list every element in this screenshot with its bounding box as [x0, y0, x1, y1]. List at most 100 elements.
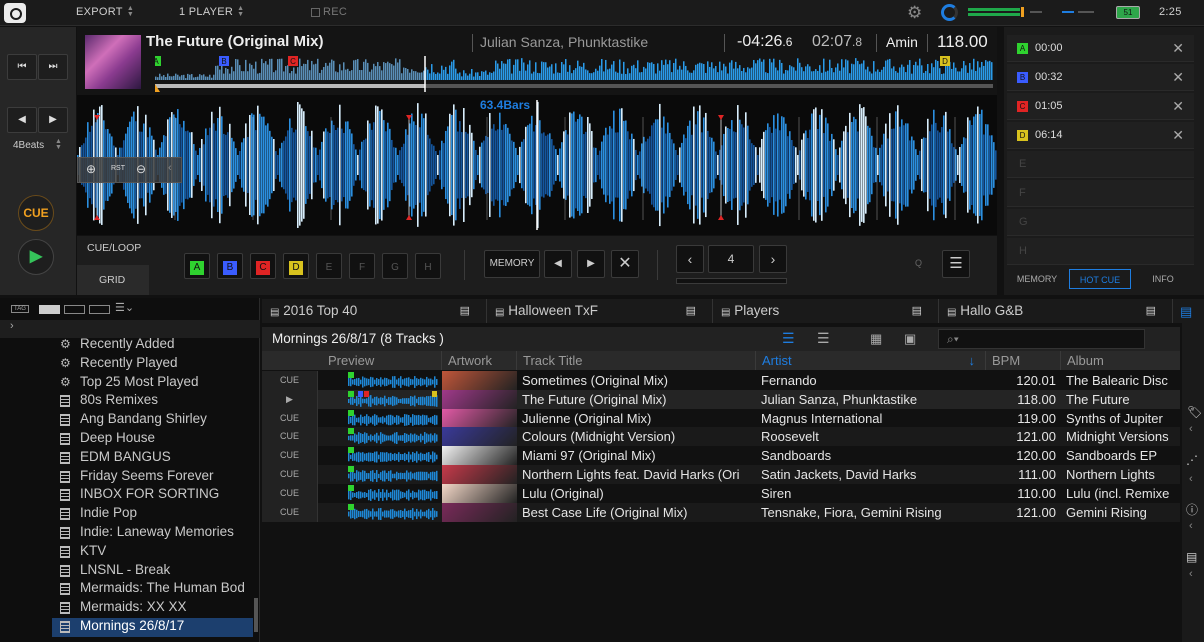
hot-cue-row-a[interactable]: A 00:00 ✕	[1007, 35, 1194, 62]
tree-item[interactable]: KTV	[60, 543, 255, 562]
collapse-icon[interactable]: ‹	[168, 162, 172, 174]
hot-cue-row-g[interactable]: G	[1007, 209, 1194, 236]
quantize-button[interactable]: Q	[915, 258, 922, 268]
delete-memory-button[interactable]: ✕	[611, 250, 639, 278]
tab-list-icon[interactable]: ▤	[1146, 299, 1156, 323]
row-cue-button[interactable]: CUE	[262, 408, 318, 428]
tab-cue-loop[interactable]: CUE/LOOP	[77, 236, 149, 265]
tag-icon[interactable]: 🏷	[1187, 405, 1202, 419]
column-bpm[interactable]: BPM	[986, 351, 1061, 370]
hotcue-button-c[interactable]: C	[250, 253, 276, 279]
tab-list-icon[interactable]: ▤	[686, 299, 696, 323]
row-cue-button[interactable]: CUE	[262, 446, 318, 466]
tree-item[interactable]: Indie Pop	[60, 505, 255, 524]
preview-waveform[interactable]	[348, 484, 438, 502]
tree-item[interactable]: Mornings 26/8/17	[52, 618, 253, 637]
menu-icon[interactable]: ☰	[942, 250, 970, 278]
tree-item[interactable]: INBOX FOR SORTING	[60, 486, 255, 505]
panel-tab-hot-cue[interactable]: HOT CUE	[1069, 269, 1131, 289]
tree-item[interactable]: Deep House	[60, 430, 255, 449]
tree-item[interactable]: Friday Seems Forever	[60, 468, 255, 487]
grid-view-icon[interactable]: ▦	[870, 331, 882, 347]
browser-layout-icon[interactable]: ▤	[1180, 304, 1192, 320]
previous-track-button[interactable]: ⏮	[7, 54, 37, 80]
search-input[interactable]: ⌕▾	[938, 329, 1145, 349]
mode-select[interactable]: EXPORT ▲ ▼	[76, 5, 135, 18]
column-artwork[interactable]: Artwork	[442, 351, 517, 370]
column-preview[interactable]: Preview	[318, 351, 442, 370]
overview-waveform[interactable]: A B C D	[155, 56, 993, 92]
hot-cue-row-f[interactable]: F	[1007, 180, 1194, 207]
playlist-tab-4[interactable]: ▤ Hallo G&B ▤	[939, 299, 1173, 323]
loop-halve-button[interactable]: ‹	[676, 245, 704, 273]
chevron-left-icon[interactable]: ‹	[1189, 568, 1193, 580]
hotcue-button-e[interactable]: E	[316, 253, 342, 279]
row-cue-button[interactable]: CUE	[262, 465, 318, 484]
tree-item[interactable]: 80s Remixes	[60, 392, 255, 411]
tab-list-icon[interactable]: ▤	[912, 299, 922, 323]
tab-list-icon[interactable]: ▤	[460, 299, 470, 323]
playlist-tab-3[interactable]: ▤ Players ▤	[713, 299, 939, 323]
table-row[interactable]: CUE Julienne (Original Mix) Magnus Interna…	[262, 408, 1180, 428]
memory-button[interactable]: MEMORY	[484, 250, 540, 278]
playlist-tab-2[interactable]: ▤ Halloween TxF ▤	[487, 299, 713, 323]
preview-waveform[interactable]	[348, 447, 438, 464]
zoomed-waveform[interactable]	[77, 95, 997, 235]
hotcue-button-a[interactable]: A	[184, 253, 210, 279]
panel-tab-memory[interactable]: MEMORY	[1007, 269, 1067, 289]
memory-prev-button[interactable]: ◀	[544, 250, 572, 278]
row-cue-button[interactable]: ▶	[262, 389, 318, 409]
preview-waveform[interactable]	[348, 466, 438, 483]
memory-next-button[interactable]: ▶	[577, 250, 605, 278]
tree-item[interactable]: LNSNL - Break	[60, 562, 255, 581]
beat-jump-back-button[interactable]: ◀	[7, 107, 37, 133]
remaining-time[interactable]: -04:26.6	[737, 33, 792, 51]
column-track-title[interactable]: Track Title	[517, 351, 756, 370]
tree-item[interactable]: Ang Bandang Shirley	[60, 411, 255, 430]
zoom-in-icon[interactable]: ⊕	[86, 162, 96, 176]
layout-button-2[interactable]	[64, 305, 85, 314]
table-row[interactable]: CUE Best Case Life (Original Mix) Tensnake…	[262, 502, 1180, 522]
preview-waveform[interactable]	[348, 503, 438, 521]
preview-waveform[interactable]	[348, 390, 438, 408]
tree-item[interactable]: Mermaids: The Human Bod	[60, 580, 255, 599]
share-icon[interactable]: ⋰	[1186, 453, 1198, 467]
rec-checkbox[interactable]	[311, 8, 320, 17]
row-cue-button[interactable]: CUE	[262, 483, 318, 503]
close-icon[interactable]: ✕	[1172, 98, 1184, 115]
hot-cue-row-c[interactable]: C 01:05 ✕	[1007, 93, 1194, 120]
hot-cue-row-d[interactable]: D 06:14 ✕	[1007, 122, 1194, 149]
table-row[interactable]: CUE Colours (Midnight Version) Roosevelt 12…	[262, 427, 1180, 447]
playlist-tab-1[interactable]: ▤ 2016 Top 40 ▤	[262, 299, 487, 323]
gear-icon[interactable]: ⚙	[907, 3, 923, 23]
chevron-left-icon[interactable]: ‹	[1189, 520, 1193, 532]
hot-cue-row-e[interactable]: E	[1007, 151, 1194, 178]
hotcue-button-g[interactable]: G	[382, 253, 408, 279]
close-icon[interactable]: ✕	[1172, 69, 1184, 86]
tree-item[interactable]: ⚙ Recently Added	[60, 336, 255, 355]
hot-cue-row-b[interactable]: B 00:32 ✕	[1007, 64, 1194, 91]
close-icon[interactable]: ✕	[1172, 40, 1184, 57]
table-row[interactable]: CUE Sometimes (Original Mix) Fernando 120.0…	[262, 371, 1180, 390]
hotcue-button-b[interactable]: B	[217, 253, 243, 279]
layout-button-1[interactable]	[39, 305, 60, 314]
zoom-out-icon[interactable]: ⊖	[136, 162, 146, 176]
beat-jump-forward-button[interactable]: ▶	[38, 107, 68, 133]
close-icon[interactable]: ✕	[1172, 127, 1184, 144]
detail-view-icon[interactable]: ☰	[782, 330, 795, 347]
tree-item[interactable]: Mermaids: XX XX	[60, 599, 255, 618]
row-cue-button[interactable]: CUE	[262, 502, 318, 522]
chevron-left-icon[interactable]: ‹	[1189, 423, 1193, 435]
preview-waveform[interactable]	[348, 428, 438, 445]
preview-waveform[interactable]	[348, 372, 438, 389]
tag-button[interactable]: TAG	[11, 305, 29, 313]
artwork-view-icon[interactable]: ▣	[904, 331, 916, 347]
column-artist[interactable]: Artist ↓	[756, 351, 986, 370]
rekordbox-logo-icon[interactable]	[4, 3, 26, 23]
preview-waveform[interactable]	[348, 409, 438, 427]
table-row[interactable]: CUE Northern Lights feat. David Harks (Or…	[262, 465, 1180, 484]
panel-tab-info[interactable]: INFO	[1133, 269, 1193, 289]
layout-button-3[interactable]	[89, 305, 110, 314]
play-button[interactable]: ▶	[18, 239, 54, 275]
player-count-select[interactable]: 1 PLAYER ▲ ▼	[179, 5, 245, 18]
